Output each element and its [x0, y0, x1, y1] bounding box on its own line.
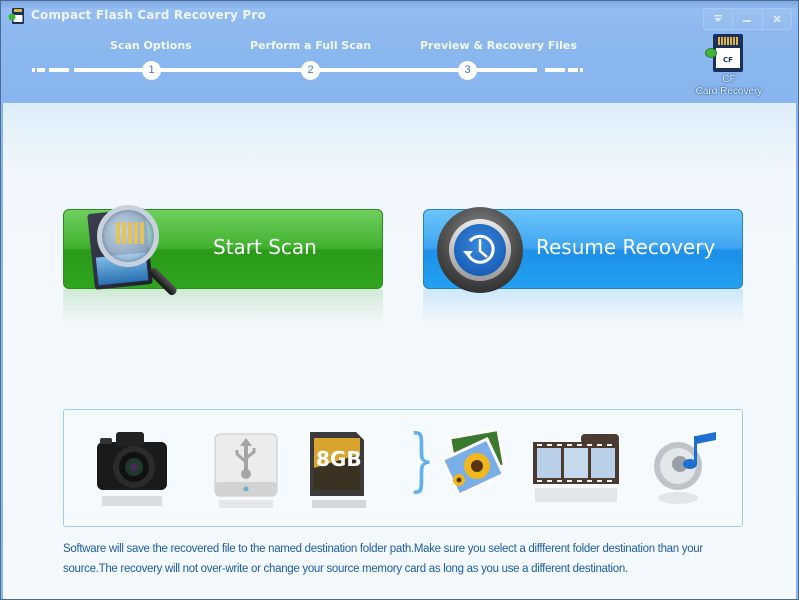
music-speaker-icon [644, 424, 724, 514]
brace-separator: } [408, 421, 435, 500]
button-reflection [423, 289, 743, 323]
video-film-icon [531, 424, 619, 514]
minimize-icon [743, 20, 752, 22]
supported-devices-panel: 8GB } [63, 409, 743, 527]
card-pins [718, 37, 738, 45]
magnifier-card-icon [87, 205, 191, 305]
photos-icon [437, 424, 517, 514]
track-dash [568, 68, 578, 72]
resume-recovery-button[interactable]: Resume Recovery [423, 207, 743, 323]
sd-card-icon: 8GB [302, 424, 382, 514]
resume-recovery-label: Resume Recovery [536, 235, 716, 259]
track-dash [580, 68, 583, 72]
track-dash [37, 68, 45, 72]
close-button[interactable] [763, 9, 791, 29]
camera-icon [92, 424, 172, 514]
title-bar-edge [1, 1, 798, 8]
start-scan-label: Start Scan [213, 235, 317, 259]
logo-caption: CF Card Recovery [687, 74, 771, 98]
window-controls [703, 8, 792, 30]
step-label-1: Scan Options [110, 39, 192, 52]
app-window: Compact Flash Card Recovery Pro Scan Opt… [0, 0, 799, 600]
menu-dropdown-button[interactable] [704, 9, 734, 29]
minimize-button[interactable] [733, 9, 763, 29]
step-marker-2: 2 [301, 61, 320, 80]
app-icon [8, 8, 24, 24]
logo-caption-line2: Card Recovery [695, 86, 763, 97]
card-label: CF [716, 48, 740, 68]
usb-drive-icon [207, 424, 287, 514]
step-label-3: Preview & Recovery Files [420, 39, 577, 52]
track-dash [32, 68, 35, 72]
start-scan-button[interactable]: Start Scan [63, 205, 383, 323]
history-clock-icon [437, 207, 523, 293]
dropdown-menu-icon [714, 15, 723, 22]
track-dash [49, 68, 69, 72]
cf-card-icon: CF [713, 34, 743, 72]
cf-card-recovery-logo[interactable]: CF CF Card Recovery [687, 34, 771, 100]
destination-warning-note: Software will save the recovered file to… [63, 543, 703, 575]
main-content: Start Scan Resume Recovery 8GB} Softwar… [3, 103, 796, 599]
step-marker-3: 3 [458, 61, 477, 80]
step-label-2: Perform a Full Scan [250, 39, 372, 52]
step-marker-1: 1 [142, 61, 161, 80]
title-bar[interactable]: Compact Flash Card Recovery Pro Scan Opt… [1, 1, 798, 101]
sd-capacity-label: 8GB [316, 447, 362, 471]
track-dash [545, 68, 565, 72]
logo-caption-line1: CF [722, 74, 736, 85]
recovery-arrow-icon [705, 48, 717, 58]
window-title: Compact Flash Card Recovery Pro [31, 8, 266, 22]
close-icon [773, 15, 781, 23]
